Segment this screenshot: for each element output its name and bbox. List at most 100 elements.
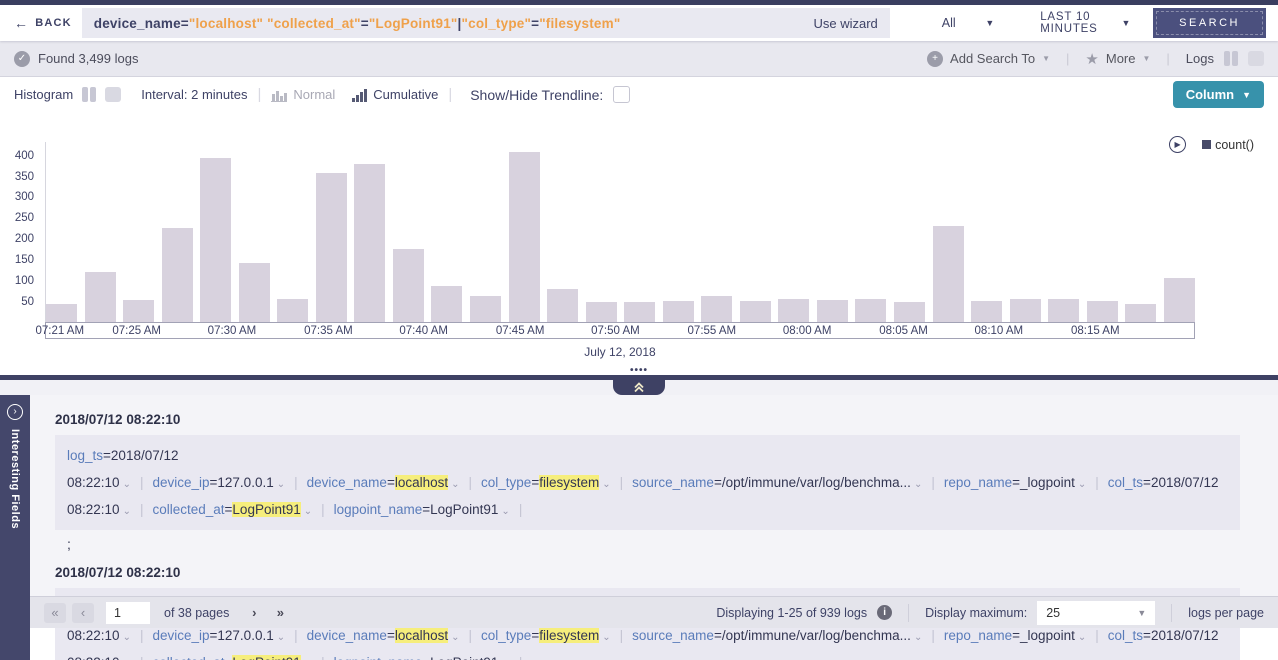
log-field-repo_name[interactable]: repo_name=_logpoint⌄ <box>944 628 1086 643</box>
chart-bar[interactable] <box>316 173 347 322</box>
y-tick-label: 250 <box>15 212 34 224</box>
chart-bar[interactable] <box>778 299 809 322</box>
chart-bar[interactable] <box>277 299 308 322</box>
log-field-device_ip[interactable]: device_ip=127.0.0.1⌄ <box>152 628 285 643</box>
histogram-column-view-icon[interactable] <box>82 87 96 102</box>
log-field-source_name[interactable]: source_name=/opt/immune/var/log/benchma.… <box>632 628 922 643</box>
chart-bar[interactable] <box>1010 299 1041 322</box>
chart-bar[interactable] <box>123 300 154 322</box>
log-field-col_type[interactable]: col_type=filesystem⌄ <box>481 628 611 643</box>
chevron-down-icon[interactable]: ⌄ <box>277 479 285 490</box>
field-separator: | <box>294 475 298 490</box>
chevron-down-icon[interactable]: ⌄ <box>304 506 312 517</box>
page-number-input[interactable] <box>106 602 150 624</box>
prev-page-button[interactable]: ‹ <box>72 603 94 623</box>
grid-view-icon[interactable] <box>1248 51 1264 66</box>
chevron-down-icon[interactable]: ⌄ <box>501 506 509 517</box>
time-range-dropdown[interactable]: LAST 10 MINUTES ▼ <box>1040 11 1131 35</box>
chart-bar[interactable] <box>624 302 655 322</box>
log-field-source_name[interactable]: source_name=/opt/immune/var/log/benchma.… <box>632 475 922 490</box>
chart-bar[interactable] <box>971 301 1002 322</box>
chart-bar[interactable] <box>1087 301 1118 322</box>
drag-dots-icon[interactable]: •••• <box>630 365 648 376</box>
chart-bar[interactable] <box>547 289 578 322</box>
field-equals: = <box>103 448 111 463</box>
chevron-down-icon[interactable]: ⌄ <box>451 479 459 490</box>
chart-bar[interactable] <box>46 304 77 322</box>
star-icon: ★ <box>1085 50 1098 68</box>
interesting-fields-sidebar[interactable]: › Interesting Fields <box>0 395 30 660</box>
chevron-down-icon[interactable]: ⌄ <box>123 632 131 643</box>
trendline-label: Show/Hide Trendline: <box>470 87 603 103</box>
chevron-down-icon[interactable]: ⌄ <box>1078 479 1086 490</box>
chart-bar[interactable] <box>431 286 462 322</box>
column-type-dropdown[interactable]: Column ▼ <box>1173 81 1264 108</box>
chart-bar[interactable] <box>509 152 540 322</box>
field-separator: | <box>931 475 935 490</box>
chevron-down-icon[interactable]: ⌄ <box>914 632 922 643</box>
chart-bar[interactable] <box>239 263 270 322</box>
log-field-device_name[interactable]: device_name=localhost⌄ <box>307 628 460 643</box>
next-page-button[interactable]: › <box>243 603 265 623</box>
chevron-down-icon[interactable]: ⌄ <box>602 479 610 490</box>
x-tick-label: 07:30 AM <box>208 324 257 339</box>
chart-bar[interactable] <box>200 158 231 322</box>
log-field-device_ip[interactable]: device_ip=127.0.0.1⌄ <box>152 475 285 490</box>
chart-bar[interactable] <box>162 228 193 322</box>
back-button[interactable]: ← BACK <box>14 16 72 30</box>
query-segment: "col_type" <box>462 16 532 31</box>
x-tick-label: 08:15 AM <box>1071 324 1120 339</box>
chevron-down-icon[interactable]: ⌄ <box>1078 632 1086 643</box>
field-name: device_ip <box>152 628 209 643</box>
use-wizard-link[interactable]: Use wizard <box>813 16 877 31</box>
chart-bar[interactable] <box>701 296 732 322</box>
field-separator: | <box>140 628 144 643</box>
log-field-repo_name[interactable]: repo_name=_logpoint⌄ <box>944 475 1086 490</box>
chevron-down-icon[interactable]: ⌄ <box>602 632 610 643</box>
normal-mode-button[interactable]: Normal <box>271 87 335 102</box>
chart-bar[interactable] <box>1125 304 1156 322</box>
x-tick-label: 08:05 AM <box>879 324 928 339</box>
chart-bar[interactable] <box>85 272 116 322</box>
log-field-logpoint_name[interactable]: logpoint_name=LogPoint91⌄ <box>334 502 510 517</box>
chevron-down-icon: ▼ <box>985 18 994 28</box>
first-page-button[interactable]: « <box>44 603 66 623</box>
log-field-col_type[interactable]: col_type=filesystem⌄ <box>481 475 611 490</box>
chart-bar[interactable] <box>894 302 925 322</box>
column-view-icon[interactable] <box>1224 51 1238 66</box>
more-button[interactable]: ★ More ▼ <box>1085 50 1150 68</box>
chevron-down-icon[interactable]: ⌄ <box>123 506 131 517</box>
chart-bar[interactable] <box>586 302 617 322</box>
chart-bar[interactable] <box>393 249 424 322</box>
chevron-down-icon[interactable]: ⌄ <box>277 632 285 643</box>
chart-bar[interactable] <box>855 299 886 322</box>
chevron-down-icon[interactable]: ⌄ <box>914 479 922 490</box>
chart-bar[interactable] <box>470 296 501 322</box>
log-field-logpoint_name[interactable]: logpoint_name=LogPoint91⌄ <box>334 655 510 660</box>
display-maximum-select[interactable]: 25 ▼ <box>1037 601 1155 625</box>
log-field-collected_at[interactable]: collected_at=LogPoint91⌄ <box>152 502 312 517</box>
chevron-down-icon[interactable]: ⌄ <box>451 632 459 643</box>
cumulative-mode-button[interactable]: Cumulative <box>351 87 438 102</box>
log-field-collected_at[interactable]: collected_at=LogPoint91⌄ <box>152 655 312 660</box>
log-field-device_name[interactable]: device_name=localhost⌄ <box>307 475 460 490</box>
chart-bar[interactable] <box>1164 278 1195 322</box>
chart-bar[interactable] <box>354 164 385 322</box>
chevron-right-circle-icon[interactable]: › <box>7 404 23 420</box>
chevron-down-icon[interactable]: ⌄ <box>123 479 131 490</box>
chart-bar[interactable] <box>817 300 848 322</box>
search-button[interactable]: SEARCH <box>1153 8 1266 38</box>
add-search-to-button[interactable]: + Add Search To ▼ <box>927 51 1050 67</box>
scope-dropdown[interactable]: All ▼ <box>942 16 994 30</box>
last-page-button[interactable]: » <box>269 603 291 623</box>
collapse-chart-button[interactable] <box>613 380 665 395</box>
chart-bar[interactable] <box>933 226 964 322</box>
histogram-grid-view-icon[interactable] <box>105 87 121 102</box>
search-query-input[interactable]: device_name="localhost" "collected_at"="… <box>82 8 890 38</box>
trendline-checkbox[interactable] <box>613 86 630 103</box>
field-value: LogPoint91 <box>232 655 300 660</box>
chart-bar[interactable] <box>1048 299 1079 322</box>
chart-bar[interactable] <box>740 301 771 322</box>
chart-bar[interactable] <box>663 301 694 322</box>
info-icon[interactable]: i <box>877 605 892 620</box>
